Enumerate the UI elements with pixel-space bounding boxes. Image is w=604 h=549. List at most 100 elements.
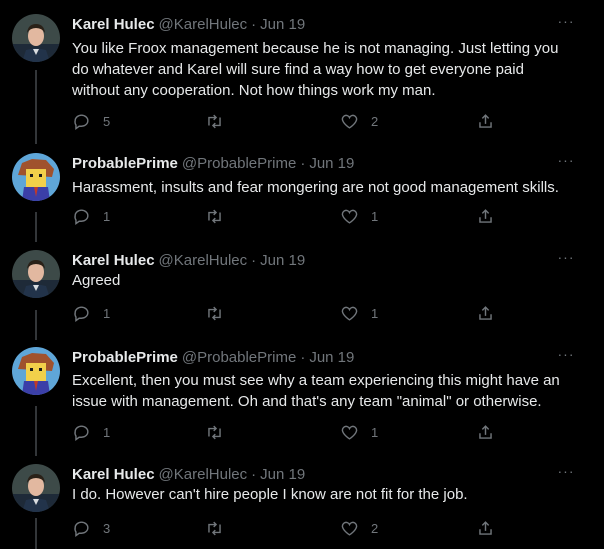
tweet-text: I do. However can't hire people I know a… bbox=[72, 486, 468, 503]
share-icon bbox=[479, 113, 492, 128]
like-button[interactable]: 1 bbox=[340, 422, 378, 442]
tweet-text: Excellent, then you must see why a team … bbox=[72, 372, 560, 410]
heart-icon bbox=[341, 114, 358, 129]
like-count: 1 bbox=[371, 424, 379, 440]
heart-icon bbox=[341, 306, 358, 321]
avatar[interactable] bbox=[12, 14, 60, 62]
tweet-actions: 1 1 bbox=[72, 303, 512, 323]
retweet-icon bbox=[208, 209, 221, 223]
reply-count: 5 bbox=[103, 113, 111, 129]
tweet[interactable]: ProbablePrime @ProbablePrime · Jun 19 ··… bbox=[0, 347, 604, 447]
tweet-date[interactable]: Jun 19 bbox=[260, 466, 305, 483]
reply-icon bbox=[74, 520, 89, 537]
tweet-actions: 1 1 bbox=[72, 206, 512, 226]
author-name[interactable]: Karel Hulec bbox=[72, 466, 155, 483]
heart-icon bbox=[341, 209, 358, 224]
retweet-icon bbox=[208, 306, 221, 320]
tweet-date[interactable]: Jun 19 bbox=[309, 155, 354, 172]
retweet-icon bbox=[208, 521, 221, 535]
reply-icon bbox=[74, 113, 89, 130]
tweet-header: Karel Hulec @KarelHulec · Jun 19 bbox=[72, 14, 305, 34]
tweet-header: Karel Hulec @KarelHulec · Jun 19 bbox=[72, 464, 305, 484]
separator-dot: · bbox=[251, 465, 257, 483]
reply-button[interactable]: 1 bbox=[72, 206, 110, 226]
author-handle[interactable]: @KarelHulec bbox=[159, 16, 248, 33]
tweet-header: ProbablePrime @ProbablePrime · Jun 19 bbox=[72, 347, 354, 367]
separator-dot: · bbox=[251, 15, 257, 33]
author-handle[interactable]: @ProbablePrime bbox=[182, 349, 296, 366]
like-button[interactable]: 1 bbox=[340, 303, 378, 323]
tweet[interactable]: Karel Hulec @KarelHulec · Jun 19 ··· Agr… bbox=[0, 250, 604, 330]
reply-icon bbox=[74, 424, 89, 441]
tweet-text: You like Froox management because he is … bbox=[72, 40, 559, 99]
more-options-icon[interactable]: ··· bbox=[556, 464, 576, 484]
share-button[interactable] bbox=[476, 111, 495, 131]
reply-count: 1 bbox=[103, 305, 111, 321]
author-name[interactable]: Karel Hulec bbox=[72, 252, 155, 269]
reply-button[interactable]: 3 bbox=[72, 518, 110, 538]
separator-dot: · bbox=[251, 251, 257, 269]
author-handle[interactable]: @KarelHulec bbox=[159, 252, 248, 269]
like-count: 1 bbox=[371, 305, 379, 321]
reply-button[interactable]: 1 bbox=[72, 422, 110, 442]
author-handle[interactable]: @KarelHulec bbox=[159, 466, 248, 483]
more-options-icon[interactable]: ··· bbox=[556, 14, 576, 34]
share-button[interactable] bbox=[476, 303, 495, 323]
like-button[interactable]: 1 bbox=[340, 206, 378, 226]
author-name[interactable]: ProbablePrime bbox=[72, 349, 178, 366]
retweet-button[interactable] bbox=[205, 303, 236, 323]
share-button[interactable] bbox=[476, 422, 495, 442]
separator-dot: · bbox=[300, 348, 306, 366]
avatar[interactable] bbox=[12, 464, 60, 512]
like-count: 1 bbox=[371, 208, 379, 224]
like-button[interactable]: 2 bbox=[340, 111, 378, 131]
like-button[interactable]: 2 bbox=[340, 518, 378, 538]
tweet[interactable]: ProbablePrime @ProbablePrime · Jun 19 ··… bbox=[0, 153, 604, 233]
share-icon bbox=[479, 305, 492, 320]
more-options-icon[interactable]: ··· bbox=[556, 250, 576, 270]
reply-count: 1 bbox=[103, 208, 111, 224]
retweet-button[interactable] bbox=[205, 111, 236, 131]
heart-icon bbox=[341, 521, 358, 536]
tweet-header: ProbablePrime @ProbablePrime · Jun 19 bbox=[72, 153, 354, 173]
author-name[interactable]: Karel Hulec bbox=[72, 16, 155, 33]
retweet-icon bbox=[208, 114, 221, 128]
avatar[interactable] bbox=[12, 153, 60, 201]
share-icon bbox=[479, 208, 492, 223]
tweet-header: Karel Hulec @KarelHulec · Jun 19 bbox=[72, 250, 305, 270]
more-options-icon[interactable]: ··· bbox=[556, 347, 576, 367]
retweet-button[interactable] bbox=[205, 518, 236, 538]
reply-count: 3 bbox=[103, 520, 111, 536]
tweet-actions: 3 2 bbox=[72, 518, 512, 538]
tweet-actions: 5 2 bbox=[72, 111, 512, 131]
reply-button[interactable]: 5 bbox=[72, 111, 110, 131]
reply-icon bbox=[74, 208, 89, 225]
more-options-icon[interactable]: ··· bbox=[556, 153, 576, 173]
like-count: 2 bbox=[371, 113, 379, 129]
tweet-text: Harassment, insults and fear mongering a… bbox=[72, 179, 559, 196]
share-icon bbox=[479, 520, 492, 535]
separator-dot: · bbox=[300, 154, 306, 172]
tweet-text: Agreed bbox=[72, 272, 121, 289]
like-count: 2 bbox=[371, 520, 379, 536]
author-name[interactable]: ProbablePrime bbox=[72, 155, 178, 172]
avatar[interactable] bbox=[12, 250, 60, 298]
heart-icon bbox=[341, 425, 358, 440]
reply-icon bbox=[74, 305, 89, 322]
reply-count: 1 bbox=[103, 424, 111, 440]
avatar[interactable] bbox=[12, 347, 60, 395]
tweet-actions: 1 1 bbox=[72, 422, 512, 442]
retweet-icon bbox=[208, 425, 221, 439]
author-handle[interactable]: @ProbablePrime bbox=[182, 155, 296, 172]
reply-button[interactable]: 1 bbox=[72, 303, 110, 323]
tweet[interactable]: Karel Hulec @KarelHulec · Jun 19 ··· I d… bbox=[0, 464, 604, 546]
retweet-button[interactable] bbox=[205, 206, 236, 226]
tweet[interactable]: Karel Hulec @KarelHulec · Jun 19 ··· You… bbox=[0, 14, 604, 134]
share-button[interactable] bbox=[476, 518, 495, 538]
share-icon bbox=[479, 424, 492, 439]
tweet-date[interactable]: Jun 19 bbox=[309, 349, 354, 366]
tweet-date[interactable]: Jun 19 bbox=[260, 252, 305, 269]
tweet-date[interactable]: Jun 19 bbox=[260, 16, 305, 33]
retweet-button[interactable] bbox=[205, 422, 236, 442]
share-button[interactable] bbox=[476, 206, 495, 226]
